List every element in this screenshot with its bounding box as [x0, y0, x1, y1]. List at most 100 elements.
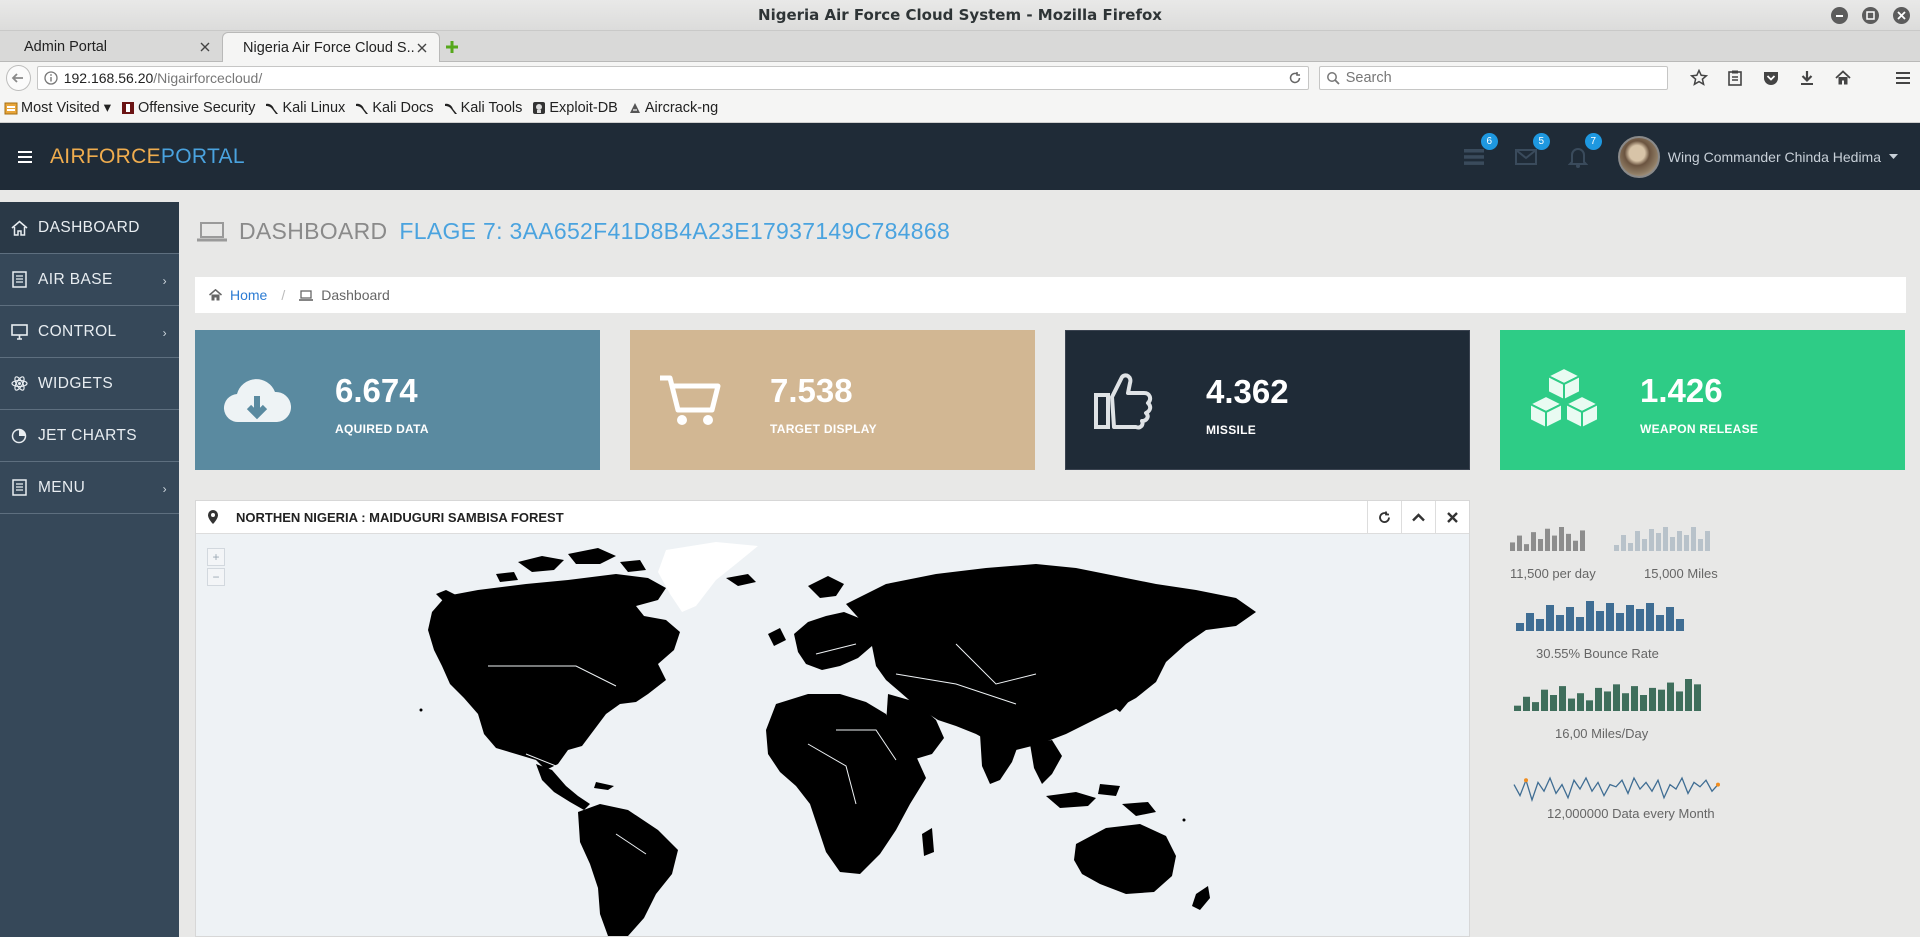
sidebar-item-control[interactable]: CONTROL › — [0, 306, 179, 358]
stat-card-weapon-release[interactable]: 1.426 WEAPON RELEASE — [1500, 330, 1905, 470]
sidebar-item-menu[interactable]: MENU › — [0, 462, 179, 514]
star-icon — [1690, 69, 1708, 86]
spark-bar-d — [1649, 687, 1656, 711]
pie-chart-icon — [11, 428, 27, 443]
spark-bar-a — [1573, 540, 1578, 551]
pocket-icon — [1764, 72, 1778, 85]
info-icon[interactable] — [44, 71, 58, 85]
home-icon — [209, 289, 222, 301]
spark-bar-d — [1658, 689, 1665, 711]
tab-close-button[interactable] — [415, 41, 429, 55]
home-icon — [10, 219, 28, 236]
chevron-up-icon — [1412, 513, 1425, 522]
home-button[interactable] — [1832, 67, 1854, 89]
brand-logo[interactable]: AIRFORCEPORTAL — [50, 145, 245, 169]
spark-bar-d — [1640, 695, 1647, 711]
user-menu[interactable]: Wing Commander Chinda Hedima — [1617, 135, 1898, 178]
downloads-button[interactable] — [1796, 67, 1818, 89]
spark-bar-d — [1676, 691, 1683, 711]
tasks-button[interactable]: 6 — [1462, 132, 1498, 169]
spark-bar-d — [1685, 679, 1692, 711]
sparkline-caption-c: 30.55% Bounce Rate — [1536, 646, 1659, 661]
bookmark-exploit-db[interactable]: Exploit-DB — [532, 100, 618, 116]
messages-button[interactable]: 5 — [1514, 132, 1550, 169]
spark-bar-c — [1576, 617, 1584, 631]
spark-bar-c — [1516, 623, 1524, 631]
address-bar[interactable]: 192.168.56.20 /Nigairforcecloud/ — [36, 66, 1309, 90]
close-window-button[interactable] — [1893, 7, 1910, 24]
back-button[interactable] — [6, 65, 31, 91]
collapse-button[interactable] — [1401, 501, 1435, 534]
desktop-icon — [10, 323, 28, 340]
sparkline-caption-b: 15,000 Miles — [1644, 566, 1718, 581]
bookmark-kali-tools[interactable]: Kali Tools — [444, 100, 522, 116]
plus-icon — [446, 41, 458, 53]
hamburger-icon — [1896, 72, 1910, 84]
spark-bar-c — [1646, 603, 1654, 631]
minimize-button[interactable] — [1831, 7, 1848, 24]
sidebar-item-air-base[interactable]: AIR BASE › — [0, 254, 179, 306]
notifications-button[interactable]: 7 — [1566, 132, 1602, 169]
spark-bar-a — [1566, 533, 1571, 551]
spark-bar-c — [1526, 613, 1534, 631]
menu-button[interactable] — [1892, 67, 1914, 89]
spark-bar-c — [1626, 605, 1634, 631]
stat-card-acquired-data[interactable]: 6.674 AQUIRED DATA — [195, 330, 600, 470]
tab-strip: Admin Portal Nigeria Air Force Cloud S..… — [0, 31, 1920, 62]
stat-label: MISSILE — [1206, 423, 1257, 437]
spark-bar-a — [1559, 527, 1564, 551]
breadcrumb-current: Dashboard — [321, 287, 390, 303]
tab-label: Admin Portal — [24, 39, 108, 55]
spark-bar-c — [1666, 607, 1674, 631]
close-icon — [200, 42, 210, 52]
maximize-button[interactable] — [1862, 7, 1879, 24]
reader-list-button[interactable] — [1724, 67, 1746, 89]
breadcrumb-home-link[interactable]: Home — [230, 287, 267, 303]
laptop-icon — [299, 289, 314, 301]
spark-bar-b — [1677, 531, 1682, 551]
spark-bar-b — [1642, 539, 1647, 551]
stat-label: WEAPON RELEASE — [1640, 422, 1759, 436]
stat-card-target-display[interactable]: 7.538 TARGET DISPLAY — [630, 330, 1035, 470]
spark-bar-a — [1538, 539, 1543, 551]
spark-bar-d — [1550, 695, 1557, 711]
spark-bar-d — [1586, 700, 1593, 711]
envelope-icon — [1514, 148, 1537, 165]
sidebar-item-jet-charts[interactable]: JET CHARTS — [0, 410, 179, 462]
spark-bar-c — [1566, 607, 1574, 631]
sidebar-item-label: CONTROL — [38, 322, 117, 340]
new-tab-button[interactable] — [440, 33, 464, 61]
spark-bar-b — [1656, 533, 1661, 551]
sidebar-toggle-button[interactable] — [18, 150, 38, 163]
bookmark-star-button[interactable] — [1688, 67, 1710, 89]
tab-admin-portal[interactable]: Admin Portal — [4, 33, 222, 61]
bookmark-most-visited[interactable]: Most Visited ▾ — [4, 100, 111, 116]
spark-bar-b — [1635, 531, 1640, 551]
atom-icon — [10, 376, 28, 391]
sidebar-item-widgets[interactable]: WIDGETS — [0, 358, 179, 410]
arrow-left-icon — [12, 73, 24, 83]
bookmark-aircrack-ng[interactable]: Aircrack-ng — [628, 100, 718, 116]
bookmark-offensive-security[interactable]: Offensive Security — [121, 100, 255, 116]
main-content: DASHBOARD FLAGE 7: 3AA652F41D8B4A23E1793… — [179, 202, 1920, 937]
sidebar-item-dashboard[interactable]: DASHBOARD — [0, 202, 179, 254]
spark-bar-b — [1649, 529, 1654, 551]
stat-card-missile[interactable]: 4.362 MISSILE — [1065, 330, 1470, 470]
world-map[interactable] — [196, 534, 1469, 936]
map-marker-icon — [208, 510, 218, 524]
search-bar[interactable]: Search — [1318, 66, 1668, 90]
pocket-button[interactable] — [1760, 67, 1782, 89]
aircrack-icon — [629, 103, 640, 113]
reload-icon[interactable] — [1288, 71, 1302, 85]
spark-bar-a — [1580, 530, 1585, 551]
tab-close-button[interactable] — [198, 40, 212, 54]
chevron-right-icon: › — [162, 482, 167, 496]
bookmark-kali-docs[interactable]: Kali Docs — [355, 100, 434, 116]
breadcrumb: Home / Dashboard — [195, 277, 1906, 313]
bookmark-kali-linux[interactable]: Kali Linux — [265, 100, 345, 116]
refresh-button[interactable] — [1367, 501, 1401, 534]
page-title: DASHBOARD — [239, 218, 388, 244]
close-panel-button[interactable] — [1435, 501, 1469, 534]
tab-nigeria-air-force[interactable]: Nigeria Air Force Cloud S... — [222, 32, 440, 62]
spark-bar-b — [1691, 527, 1696, 551]
